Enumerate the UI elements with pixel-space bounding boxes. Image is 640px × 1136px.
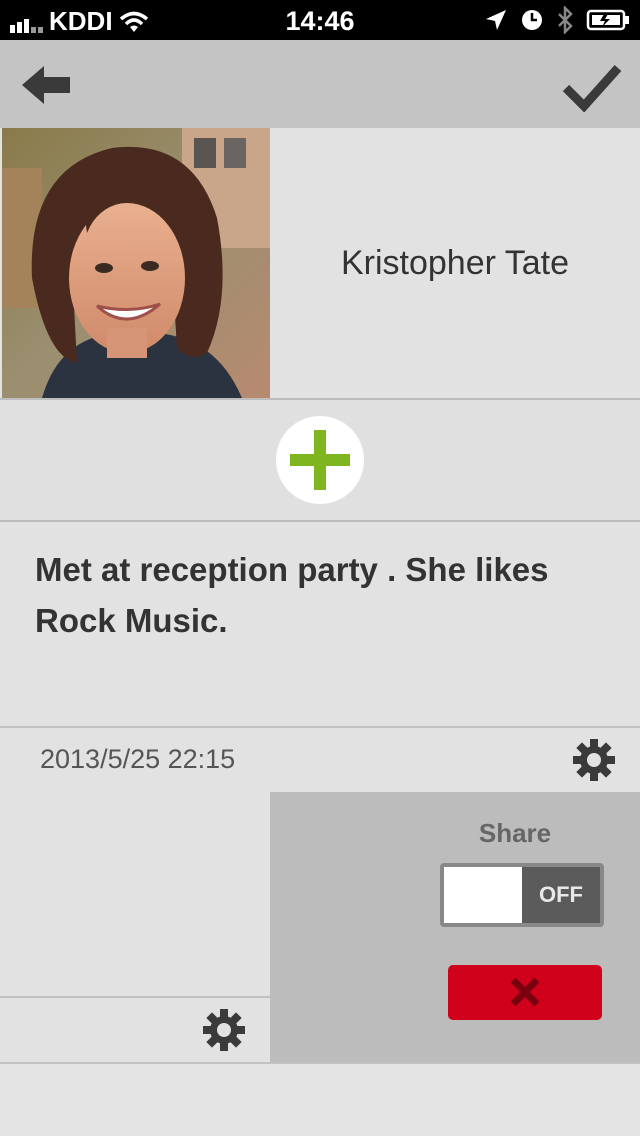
alarm-icon (522, 10, 542, 30)
toggle-state-label: OFF (522, 867, 600, 923)
bluetooth-icon (558, 6, 573, 34)
status-bar: KDDI 14:46 (0, 0, 640, 40)
status-right-icons (484, 6, 630, 34)
back-button[interactable] (20, 62, 76, 108)
contact-photo[interactable] (2, 128, 270, 398)
toggle-knob (444, 867, 522, 923)
add-row (0, 400, 640, 522)
close-icon (510, 977, 540, 1007)
done-button[interactable] (562, 62, 622, 113)
avatar (2, 128, 270, 398)
share-panel: Share OFF (270, 792, 640, 1062)
gear-icon (573, 739, 615, 781)
note-text[interactable]: Met at reception party . She likes Rock … (35, 544, 615, 646)
settings-button[interactable] (572, 738, 616, 782)
footer-bar (0, 1062, 640, 1136)
delete-button[interactable] (448, 965, 602, 1020)
location-icon (486, 10, 506, 30)
checkmark-icon (562, 64, 622, 113)
add-button[interactable] (276, 416, 364, 504)
share-label: Share (478, 818, 552, 848)
share-toggle[interactable]: OFF (440, 863, 604, 927)
nav-bar (0, 40, 640, 128)
contact-name: Kristopher Tate (340, 243, 570, 282)
back-arrow-icon (22, 66, 70, 104)
profile-section: Kristopher Tate (0, 128, 640, 400)
attachment-panel (0, 792, 270, 1062)
note-section: Met at reception party . She likes Rock … (0, 522, 640, 728)
note-datetime: 2013/5/25 22:15 (40, 744, 236, 774)
gear-icon (203, 1009, 245, 1051)
battery-icon (586, 9, 629, 31)
date-row: 2013/5/25 22:15 (0, 728, 640, 792)
divider (0, 996, 270, 998)
attachment-settings-button[interactable] (202, 1008, 246, 1052)
